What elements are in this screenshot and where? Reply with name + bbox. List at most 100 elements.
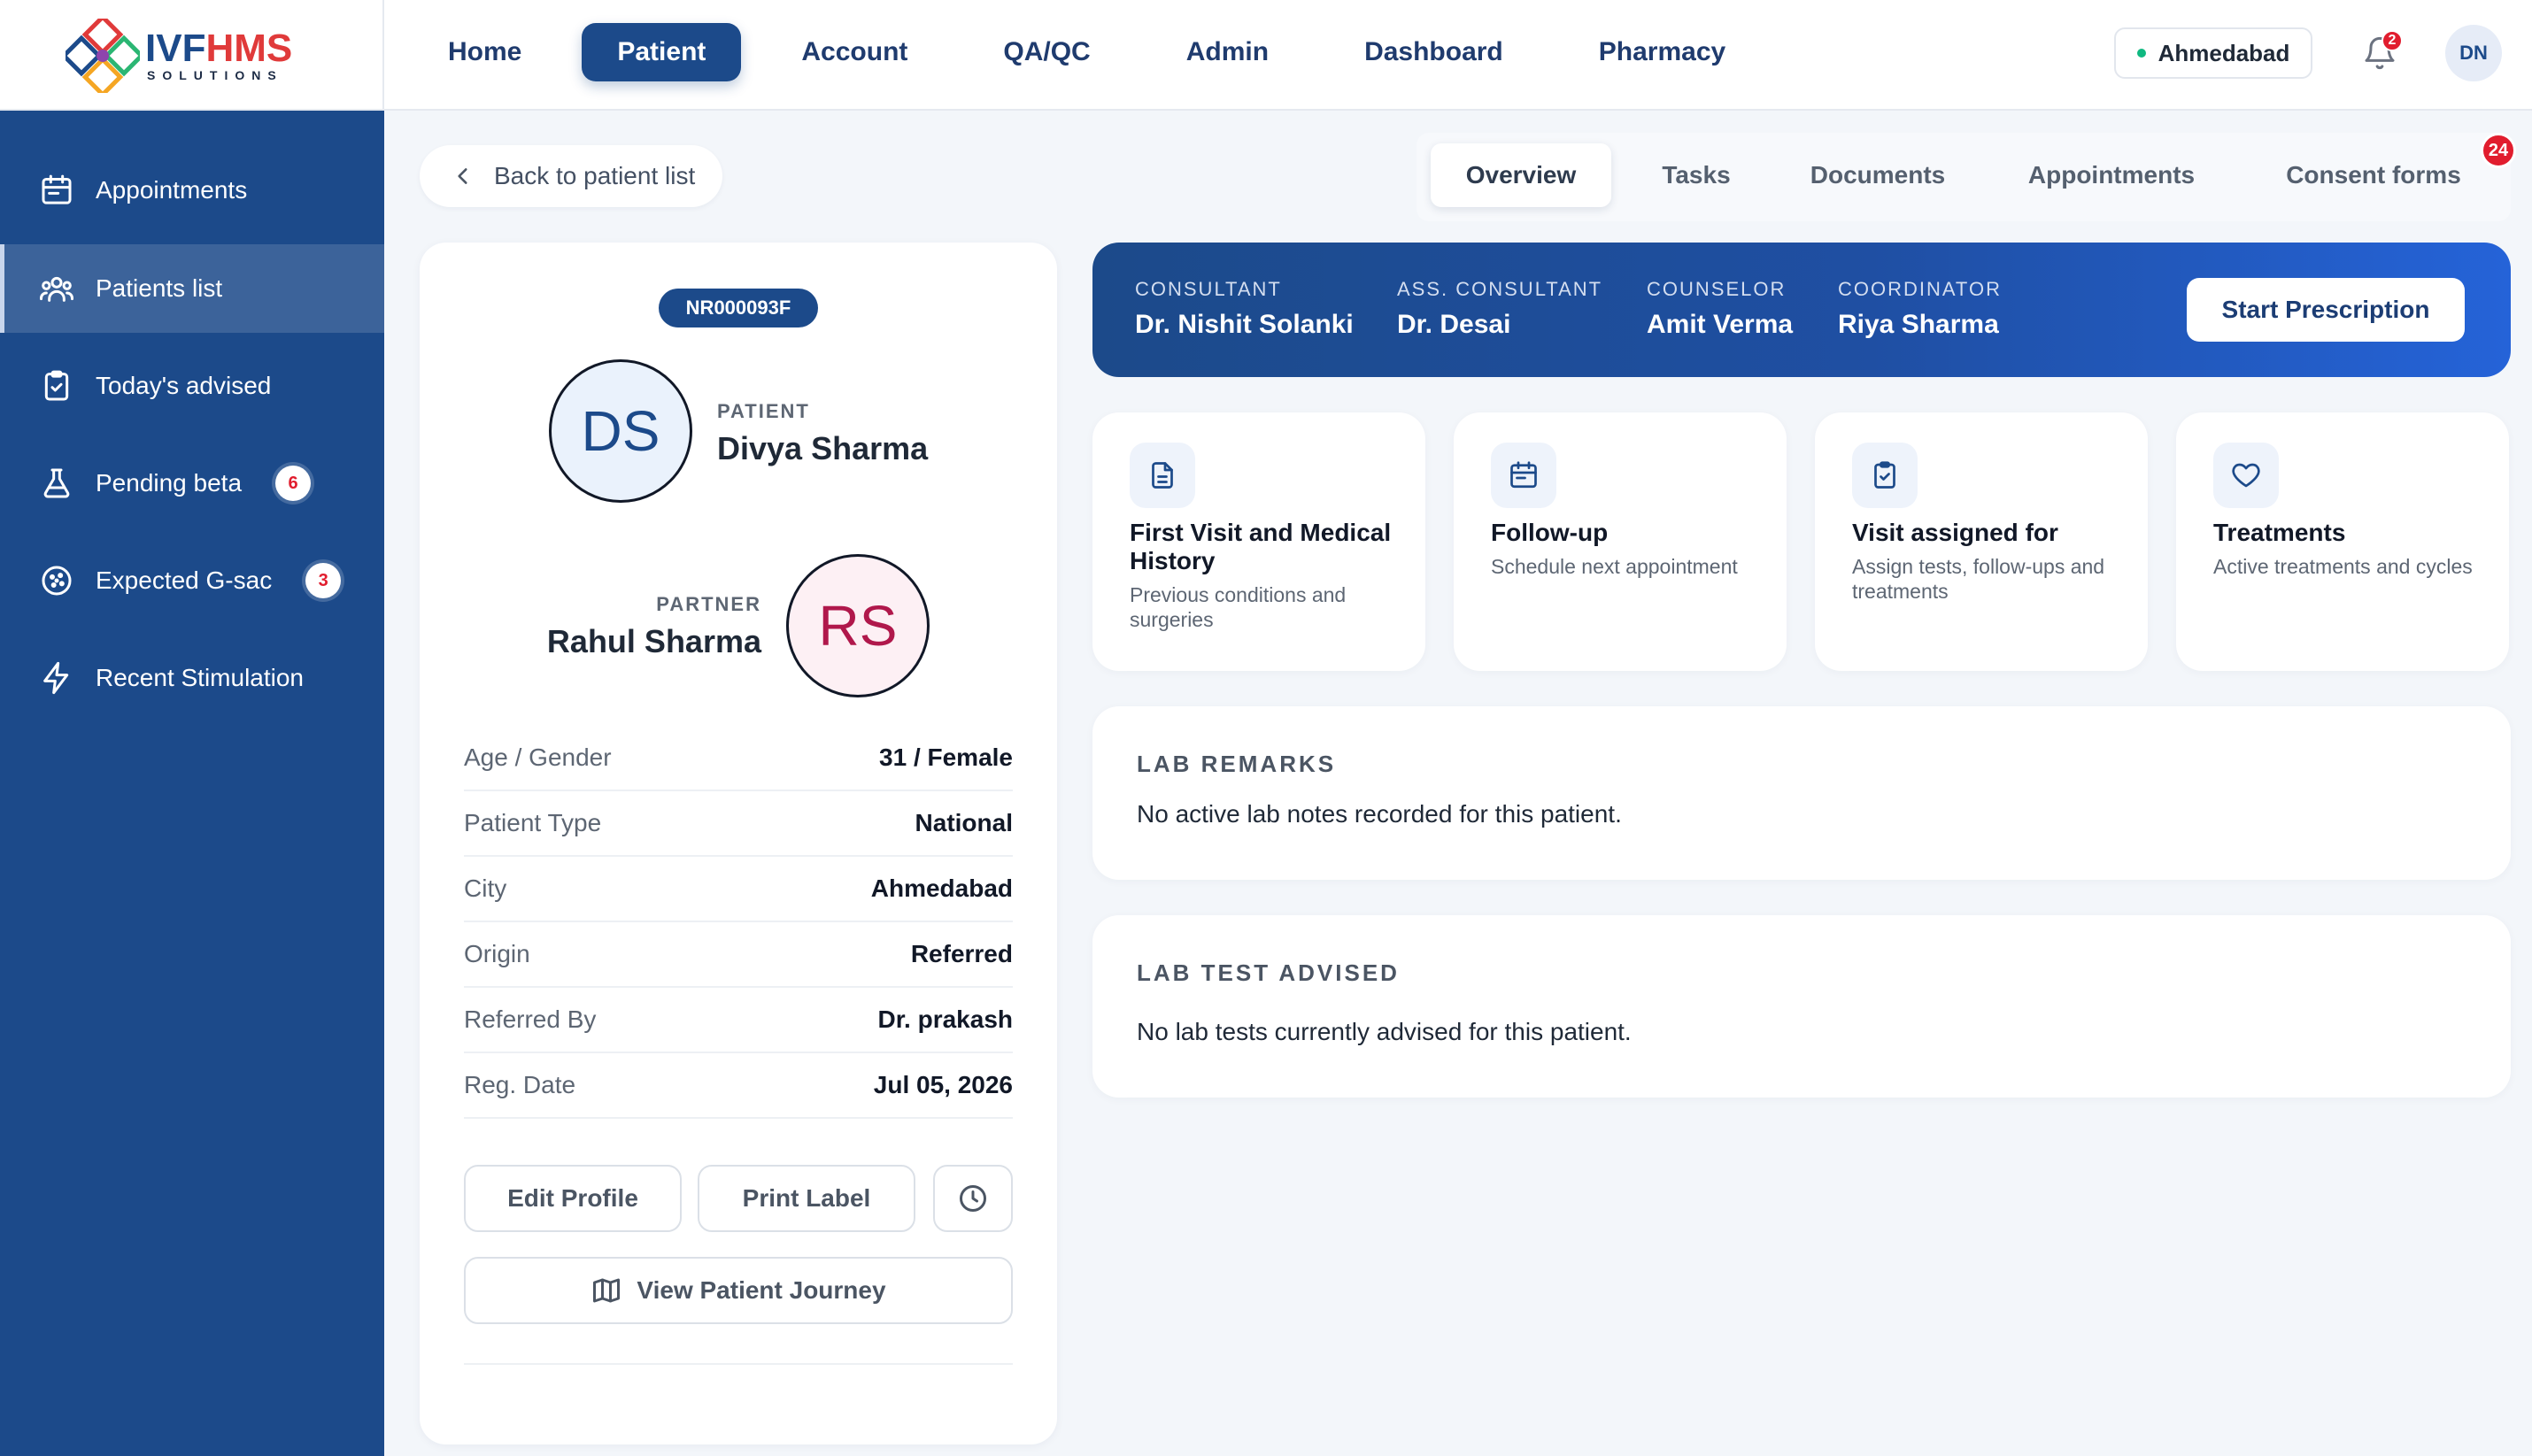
clipboard-check-icon <box>44 370 69 401</box>
detail-label: Reg. Date <box>464 1071 576 1098</box>
tile-description: Active treatments and cycles <box>2213 555 2473 578</box>
consent-forms-count-badge: 24 <box>2481 133 2516 168</box>
detail-value: National <box>915 809 1013 836</box>
back-to-patient-list-button[interactable]: Back to patient list <box>420 145 722 207</box>
nav-admin[interactable]: Admin <box>1151 23 1304 81</box>
nav-home[interactable]: Home <box>413 23 557 81</box>
detail-label: Origin <box>464 940 530 967</box>
sidebar-item-label: Today's advised <box>96 372 272 399</box>
notification-count-badge: 2 <box>2381 30 2403 51</box>
sidebar-item-label: Recent Stimulation <box>96 664 305 691</box>
tab-overview[interactable]: Overview <box>1431 143 1611 207</box>
tile-title: First Visit and Medical History <box>1130 519 1392 574</box>
tile-description: Assign tests, follow-ups and treatments <box>1852 555 2105 603</box>
sidebar-item-expected-g-sac[interactable]: Expected G-sac 3 <box>0 536 384 625</box>
top-bar: IVFHMS SOLUTIONS Home Patient Account QA… <box>0 0 2532 111</box>
nav-account[interactable]: Account <box>766 23 943 81</box>
brand-tagline: SOLUTIONS <box>147 68 283 82</box>
lab-tests-advised-text: No lab tests currently advised for this … <box>1137 1018 1632 1045</box>
detail-value: Ahmedabad <box>870 874 1013 902</box>
tile-title: Visit assigned for <box>1852 519 2058 546</box>
view-patient-journey-label: View Patient Journey <box>637 1276 886 1304</box>
team-member-name: Amit Verma <box>1647 310 1794 339</box>
sidebar-item-recent-stimulation[interactable]: Recent Stimulation <box>0 634 384 722</box>
print-label-button[interactable]: Print Label <box>698 1165 915 1232</box>
patient-role-label: PATIENT <box>717 400 810 422</box>
patient-avatar: DS <box>549 359 692 503</box>
detail-row-patient-type: Patient Type National <box>464 791 1013 857</box>
team-role-label: ASS. CONSULTANT <box>1397 278 1603 300</box>
user-avatar[interactable]: DN <box>2445 25 2502 81</box>
nav-qa-qc[interactable]: QA/QC <box>968 23 1125 81</box>
edit-profile-button[interactable]: Edit Profile <box>464 1165 682 1232</box>
detail-value: Referred <box>910 940 1013 967</box>
tile-first-visit-medical-history[interactable]: First Visit and Medical History Previous… <box>1092 412 1425 671</box>
pending-beta-count-badge: 6 <box>275 466 312 501</box>
clipboard-check-icon <box>1874 461 1895 489</box>
sidebar-item-todays-advised[interactable]: Today's advised <box>0 342 384 430</box>
sidebar-item-patients-list[interactable]: Patients list <box>0 244 384 333</box>
heart-icon <box>2232 463 2260 488</box>
detail-row-reg-date: Reg. Date Jul 05, 2026 <box>464 1053 1013 1119</box>
detail-label: City <box>464 874 507 902</box>
detail-row-referred-by: Referred By Dr. prakash <box>464 988 1013 1053</box>
sidebar-item-appointments[interactable]: Appointments <box>0 146 384 235</box>
detail-value: Jul 05, 2026 <box>873 1071 1013 1098</box>
tab-tasks[interactable]: Tasks <box>1622 143 1771 207</box>
brand-logo[interactable]: IVFHMS SOLUTIONS <box>0 0 384 111</box>
nav-patient[interactable]: Patient <box>582 23 742 81</box>
sidebar-item-label: Expected G-sac <box>96 566 273 594</box>
logo-mark-icon <box>66 18 140 93</box>
tile-treatments[interactable]: Treatments Active treatments and cycles <box>2176 412 2509 671</box>
detail-value: Dr. prakash <box>877 1005 1013 1033</box>
map-icon <box>593 1278 621 1303</box>
brand-name-accent: HMS <box>205 27 293 70</box>
consultant-info: CONSULTANT Dr. Nishit Solanki <box>1135 278 1354 340</box>
flask-icon <box>43 468 70 498</box>
patient-tabs: Overview Tasks Documents Appointments Co… <box>1417 133 2511 221</box>
tile-icon-box <box>1491 443 1556 508</box>
tile-icon-box <box>1852 443 1918 508</box>
tile-title: Treatments <box>2213 519 2346 546</box>
expected-g-sac-count-badge: 3 <box>305 563 342 598</box>
view-patient-journey-button[interactable]: View Patient Journey <box>464 1257 1013 1324</box>
detail-value: 31 / Female <box>879 743 1013 771</box>
team-role-label: COUNSELOR <box>1647 278 1787 300</box>
detail-row-origin: Origin Referred <box>464 922 1013 988</box>
tile-follow-up[interactable]: Follow-up Schedule next appointment <box>1454 412 1787 671</box>
sidebar-item-label: Appointments <box>96 176 248 204</box>
assistant-consultant-info: ASS. CONSULTANT Dr. Desai <box>1397 278 1602 340</box>
calendar-icon <box>1510 461 1537 489</box>
main-nav: Home Patient Account QA/QC Admin Dashboa… <box>413 23 1786 81</box>
location-selector[interactable]: Ahmedabad <box>2114 27 2312 79</box>
coordinator-info: COORDINATOR Riya Sharma <box>1838 278 2002 340</box>
history-button[interactable] <box>933 1165 1013 1232</box>
clock-icon <box>960 1185 986 1212</box>
start-prescription-button[interactable]: Start Prescription <box>2187 278 2465 342</box>
tab-consent-forms[interactable]: Consent forms <box>2247 143 2500 207</box>
detail-row-city: City Ahmedabad <box>464 857 1013 922</box>
detail-row-age-gender: Age / Gender 31 / Female <box>464 726 1013 791</box>
tile-title: Follow-up <box>1491 519 1609 546</box>
dots-circle-icon <box>42 566 72 596</box>
nav-pharmacy[interactable]: Pharmacy <box>1563 23 1761 81</box>
brand-name-primary: IVF <box>145 27 206 70</box>
team-role-label: COORDINATOR <box>1838 278 2002 300</box>
tab-documents[interactable]: Documents <box>1779 143 1976 207</box>
online-status-dot <box>2136 49 2146 58</box>
chevron-left-icon <box>458 168 467 184</box>
tile-visit-assigned-for[interactable]: Visit assigned for Assign tests, follow-… <box>1815 412 2148 671</box>
tile-icon-box <box>1130 443 1195 508</box>
partner-role-label: PARTNER <box>656 593 761 615</box>
tab-appointments[interactable]: Appointments <box>1985 143 2238 207</box>
sidebar-item-pending-beta[interactable]: Pending beta 6 <box>0 439 384 528</box>
tile-description: Schedule next appointment <box>1491 555 1738 578</box>
care-team-banner: CONSULTANT Dr. Nishit Solanki ASS. CONSU… <box>1092 243 2511 377</box>
lab-tests-advised-heading: LAB TEST ADVISED <box>1137 959 1400 986</box>
patient-name: Divya Sharma <box>717 430 929 466</box>
nav-dashboard[interactable]: Dashboard <box>1329 23 1539 81</box>
sidebar: Appointments Patients list Today's advis… <box>0 111 384 1456</box>
bolt-icon <box>43 661 69 695</box>
patient-profile-card: NR000093F DS PATIENT Divya Sharma PARTNE… <box>420 243 1057 1444</box>
detail-label: Patient Type <box>464 809 602 836</box>
